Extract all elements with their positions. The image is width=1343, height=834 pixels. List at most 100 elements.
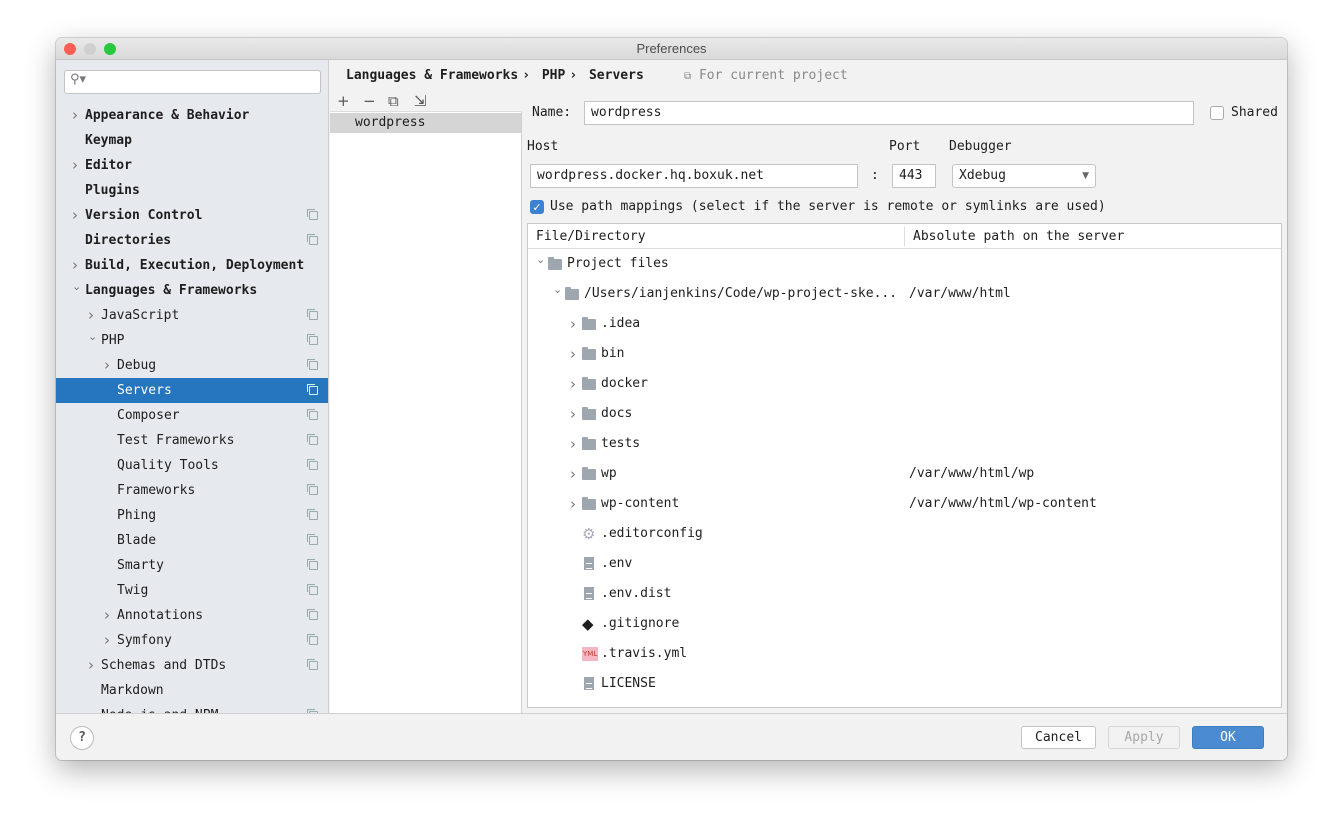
sidebar-item-directories[interactable]: Directories: [56, 228, 328, 253]
chevron-right-icon[interactable]: ›: [570, 339, 576, 369]
table-row[interactable]: ◆ .gitignore: [528, 609, 1281, 639]
chevron-right-icon[interactable]: ›: [104, 628, 110, 653]
sidebar-item-node-js-and-npm[interactable]: Node.js and NPM: [56, 703, 328, 713]
sidebar-item-appearance-behavior[interactable]: › Appearance & Behavior: [56, 103, 328, 128]
settings-search-input[interactable]: ⚲▾: [64, 70, 321, 94]
port-field[interactable]: 443: [892, 164, 936, 188]
chevron-right-icon[interactable]: ›: [570, 489, 576, 519]
yml-file-icon: YML: [582, 647, 599, 661]
dropdown-arrow-icon: ▼: [1082, 171, 1089, 181]
table-row[interactable]: › docs: [528, 399, 1281, 429]
column-header-server-path[interactable]: Absolute path on the server: [913, 224, 1124, 249]
sidebar-item-composer[interactable]: Composer: [56, 403, 328, 428]
sidebar-item-markdown[interactable]: Markdown: [56, 678, 328, 703]
minimize-window-button[interactable]: [84, 43, 96, 55]
table-row[interactable]: .env.dist: [528, 579, 1281, 609]
chevron-right-icon[interactable]: ›: [72, 153, 78, 178]
table-row[interactable]: › wp/var/www/html/wp: [528, 459, 1281, 489]
sidebar-item-test-frameworks[interactable]: Test Frameworks: [56, 428, 328, 453]
apply-button[interactable]: Apply: [1108, 726, 1180, 749]
table-row[interactable]: ⌄ Project files: [528, 249, 1281, 279]
server-path[interactable]: /var/www/html/wp-content: [909, 489, 1097, 519]
sidebar-item-editor[interactable]: › Editor: [56, 153, 328, 178]
project-scope-icon: [307, 584, 318, 595]
sidebar-item-quality-tools[interactable]: Quality Tools: [56, 453, 328, 478]
folder-icon: [582, 377, 596, 390]
sidebar-item-php[interactable]: ⌄ PHP: [56, 328, 328, 353]
sidebar-item-debug[interactable]: › Debug: [56, 353, 328, 378]
table-row[interactable]: YML .travis.yml: [528, 639, 1281, 669]
chevron-down-icon[interactable]: ⌄: [72, 274, 81, 299]
table-row[interactable]: LICENSE: [528, 669, 1281, 699]
sidebar-item-smarty[interactable]: Smarty: [56, 553, 328, 578]
remove-server-button[interactable]: −: [363, 90, 376, 112]
table-row[interactable]: ⚙ .editorconfig: [528, 519, 1281, 549]
chevron-down-icon[interactable]: ⌄: [88, 324, 97, 349]
sidebar-item-label: Editor: [85, 158, 132, 173]
chevron-right-icon[interactable]: ›: [72, 203, 78, 228]
host-port-colon: :: [871, 168, 879, 183]
copy-server-icon[interactable]: ⧉: [388, 90, 399, 112]
debugger-label: Debugger: [949, 139, 1012, 154]
cancel-button[interactable]: Cancel: [1021, 726, 1096, 749]
sidebar-item-blade[interactable]: Blade: [56, 528, 328, 553]
close-window-button[interactable]: [64, 43, 76, 55]
name-field[interactable]: wordpress: [584, 101, 1194, 125]
use-path-mappings-checkbox[interactable]: ✓: [530, 200, 544, 214]
server-path[interactable]: /var/www/html: [909, 279, 1011, 309]
table-row[interactable]: › tests: [528, 429, 1281, 459]
sidebar-item-annotations[interactable]: › Annotations: [56, 603, 328, 628]
sidebar-item-phing[interactable]: Phing: [56, 503, 328, 528]
ok-button[interactable]: OK: [1192, 726, 1264, 749]
git-icon: ◆: [582, 615, 594, 633]
table-row[interactable]: › wp-content/var/www/html/wp-content: [528, 489, 1281, 519]
file-name: LICENSE: [601, 676, 656, 691]
chevron-right-icon[interactable]: ›: [570, 459, 576, 489]
sidebar-item-languages-frameworks[interactable]: ⌄ Languages & Frameworks: [56, 278, 328, 303]
shared-checkbox[interactable]: [1210, 106, 1224, 120]
breadcrumb-separator: ›: [569, 68, 578, 83]
chevron-right-icon[interactable]: ›: [570, 399, 576, 429]
file-name: Project files: [567, 256, 669, 271]
chevron-down-icon[interactable]: ⌄: [536, 245, 545, 275]
debugger-select[interactable]: Xdebug ▼: [952, 164, 1096, 188]
copy-icon: ⧉: [684, 71, 692, 82]
chevron-right-icon[interactable]: ›: [570, 309, 576, 339]
table-row[interactable]: .env: [528, 549, 1281, 579]
table-row[interactable]: ⌄/Users/ianjenkins/Code/wp-project-ske..…: [528, 279, 1281, 309]
sidebar-item-label: PHP: [101, 333, 125, 348]
chevron-right-icon[interactable]: ›: [88, 653, 94, 678]
chevron-down-icon[interactable]: ⌄: [553, 275, 562, 305]
sidebar-item-plugins[interactable]: Plugins: [56, 178, 328, 203]
file-name: .editorconfig: [601, 526, 703, 541]
chevron-right-icon[interactable]: ›: [72, 103, 78, 128]
add-server-button[interactable]: +: [337, 90, 350, 112]
sidebar-item-build-execution-deployment[interactable]: › Build, Execution, Deployment: [56, 253, 328, 278]
help-button[interactable]: ?: [70, 726, 94, 750]
text-file-icon: [584, 557, 594, 570]
chevron-right-icon[interactable]: ›: [104, 603, 110, 628]
table-row[interactable]: › .idea: [528, 309, 1281, 339]
chevron-right-icon[interactable]: ›: [570, 429, 576, 459]
chevron-right-icon[interactable]: ›: [570, 369, 576, 399]
sidebar-item-version-control[interactable]: › Version Control: [56, 203, 328, 228]
server-path[interactable]: /var/www/html/wp: [909, 459, 1034, 489]
server-item-wordpress[interactable]: wordpress: [330, 113, 521, 133]
sidebar-item-twig[interactable]: Twig: [56, 578, 328, 603]
zoom-window-button[interactable]: [104, 43, 116, 55]
import-server-icon[interactable]: ⇲: [414, 90, 427, 112]
servers-list: [330, 90, 522, 713]
table-row[interactable]: › docker: [528, 369, 1281, 399]
table-row[interactable]: › bin: [528, 339, 1281, 369]
sidebar-item-keymap[interactable]: Keymap: [56, 128, 328, 153]
column-header-file[interactable]: File/Directory: [536, 224, 646, 249]
sidebar-item-symfony[interactable]: › Symfony: [56, 628, 328, 653]
host-field[interactable]: wordpress.docker.hq.boxuk.net: [530, 164, 858, 188]
sidebar-item-label: Test Frameworks: [117, 433, 235, 448]
sidebar-item-frameworks[interactable]: Frameworks: [56, 478, 328, 503]
sidebar-item-servers[interactable]: Servers: [56, 378, 328, 403]
path-mappings-table: File/Directory Absolute path on the serv…: [527, 223, 1282, 708]
sidebar-item-schemas-and-dtds[interactable]: › Schemas and DTDs: [56, 653, 328, 678]
chevron-right-icon[interactable]: ›: [104, 353, 110, 378]
use-path-mappings-label: Use path mappings (select if the server …: [550, 199, 1106, 214]
